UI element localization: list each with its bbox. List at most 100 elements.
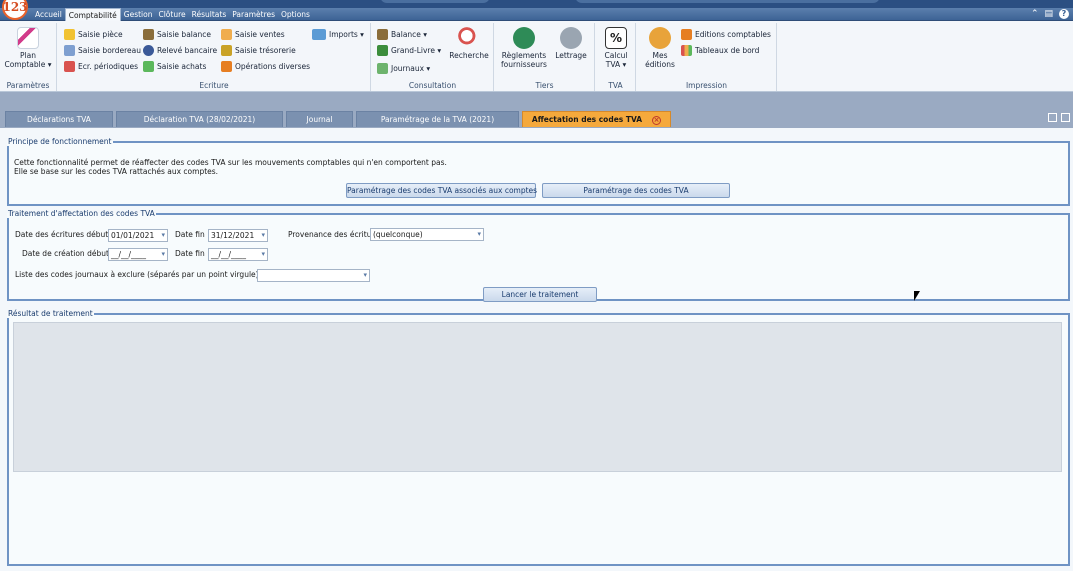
traitement-legend: Traitement d'affectation des codes TVA [8,209,155,218]
tab-affectation-codes-tva[interactable]: Affectation des codes TVA × [522,111,671,127]
mouse-cursor-icon [914,291,920,301]
creation-debut-input[interactable]: __/__/____ ▾ [108,248,168,261]
menu-cloture[interactable]: Clôture [155,8,188,21]
saisie-tresorerie-label: Saisie trésorerie [235,46,296,55]
detach-icon[interactable] [1061,113,1070,122]
window-controls: ⌃ ▤ ? [1031,9,1069,20]
resultat-grid[interactable] [13,322,1062,472]
import-icon [312,29,326,40]
parametrage-codes-comptes-button[interactable]: Paramétrage des codes TVA associés aux c… [346,183,537,198]
saisie-ventes-button[interactable]: Saisie ventes [221,29,285,40]
menu-options[interactable]: Options [278,8,313,21]
tab-journal[interactable]: Journal [286,111,353,127]
tab-label: Paramétrage de la TVA (2021) [380,115,495,124]
tab-window-controls [1048,113,1070,122]
tab-label: Affectation des codes TVA [531,115,643,124]
dropdown-arrow-icon[interactable]: ▾ [363,270,367,281]
tableaux-de-bord-button[interactable]: Tableaux de bord [681,45,759,56]
menu-resultats[interactable]: Résultats [189,8,230,21]
creation-fin-input[interactable]: __/__/____ ▾ [208,248,268,261]
grand-livre-button[interactable]: Grand-Livre ▾ [377,45,441,56]
saisie-achats-button[interactable]: Saisie achats [143,61,206,72]
creation-debut-label: Date de création début [22,249,109,258]
resultat-legend: Résultat de traitement [8,309,93,318]
pencil-icon [64,29,75,40]
traitement-panel: Traitement d'affectation des codes TVA D… [7,209,1070,302]
percent-icon: % [605,27,627,49]
saisie-bordereau-button[interactable]: Saisie bordereau [64,45,141,56]
grand-livre-label: Grand-Livre ▾ [391,46,442,55]
saisie-achats-label: Saisie achats [157,62,207,71]
recherche-button[interactable]: Recherche [446,27,492,60]
restore-icon[interactable] [1048,113,1057,122]
saisie-tresorerie-button[interactable]: Saisie trésorerie [221,45,296,56]
dropdown-arrow-icon[interactable]: ▾ [161,230,165,241]
ecr-periodiques-button[interactable]: Ecr. périodiques [64,61,138,72]
dropdown-arrow-icon[interactable]: ▾ [161,249,165,260]
journal-icon [377,63,388,74]
ribbon-group-tiers: Règlements fournisseurs Lettrage Tiers [495,23,595,91]
reglements-fournisseurs-button[interactable]: Règlements fournisseurs [498,27,550,69]
main-content: Principe de fonctionnement Cette fonctio… [0,128,1073,571]
balance-icon [377,29,388,40]
plan-comptable-label-2: Comptable ▾ [4,60,52,69]
calendar-icon [64,61,75,72]
date-debut-value: 01/01/2021 [111,231,155,240]
operations-diverses-button[interactable]: Opérations diverses [221,61,310,72]
calcul-tva-button[interactable]: % Calcul TVA ▾ [598,27,634,69]
mes-editions-button[interactable]: Mes éditions [640,27,680,69]
calcul-tva-label-1: Calcul [604,51,628,60]
tab-parametrage-tva[interactable]: Paramétrage de la TVA (2021) [356,111,519,127]
tab-declarations-tva[interactable]: Déclarations TVA [5,111,113,127]
lettrage-button[interactable]: Lettrage [551,27,591,60]
ribbon-group-ecriture: Saisie pièce Saisie bordereau Ecr. pério… [58,23,371,91]
title-pill-right [575,0,880,3]
creation-fin-value: __/__/____ [211,250,247,259]
ribbon-group-consultation: Balance ▾ Grand-Livre ▾ Journaux ▾ Reche… [372,23,494,91]
plan-comptable-label-1: Plan [20,51,36,60]
title-bar [0,0,1073,8]
dropdown-arrow-icon[interactable]: ▾ [477,229,481,240]
saisie-bordereau-label: Saisie bordereau [78,46,141,55]
balance-button[interactable]: Balance ▾ [377,29,427,40]
provenance-select[interactable]: (quelconque) ▾ [370,228,484,241]
calculator-icon[interactable]: ▤ [1044,9,1053,20]
journaux-exclure-select[interactable]: ▾ [257,269,370,282]
menu-accueil[interactable]: Accueil [32,8,65,21]
document-tabs: Déclarations TVA Déclaration TVA (28/02/… [0,110,1073,128]
principe-panel: Principe de fonctionnement Cette fonctio… [7,138,1070,206]
mes-editions-label-2: éditions [645,60,675,69]
saisie-balance-button[interactable]: Saisie balance [143,29,211,40]
journaux-button[interactable]: Journaux ▾ [377,63,430,74]
date-debut-input[interactable]: 01/01/2021 ▾ [108,229,168,242]
parametrage-codes-tva-button[interactable]: Paramétrage des codes TVA [542,183,730,198]
saisie-ventes-label: Saisie ventes [235,30,285,39]
title-pill-left [380,0,490,3]
tab-label: Journal [306,115,333,124]
date-fin-input[interactable]: 31/12/2021 ▾ [208,229,268,242]
tab-label: Déclarations TVA [27,115,91,124]
cart-icon [143,61,154,72]
editions-comptables-button[interactable]: Editions comptables [681,29,771,40]
group-label-ecriture: Ecriture [199,81,229,90]
workspace-header [0,92,1073,110]
dropdown-arrow-icon[interactable]: ▾ [261,249,265,260]
menu-comptabilite[interactable]: Comptabilité [64,8,121,22]
menu-gestion[interactable]: Gestion [121,8,156,21]
recherche-label: Recherche [449,51,489,60]
lancer-traitement-button[interactable]: Lancer le traitement [483,287,597,302]
ribbon-group-impression: Mes éditions Editions comptables Tableau… [637,23,777,91]
dropdown-arrow-icon[interactable]: ▾ [261,230,265,241]
releve-bancaire-label: Relevé bancaire [157,46,218,55]
plan-comptable-button[interactable]: Plan Comptable ▾ [3,27,53,69]
imports-button[interactable]: Imports ▾ [312,29,364,40]
tableaux-de-bord-label: Tableaux de bord [695,46,760,55]
saisie-piece-button[interactable]: Saisie pièce [64,29,123,40]
creation-fin-label: Date fin [175,249,205,258]
tab-declaration-tva-date[interactable]: Déclaration TVA (28/02/2021) [116,111,283,127]
collapse-ribbon-icon[interactable]: ⌃ [1031,9,1039,20]
releve-bancaire-button[interactable]: Relevé bancaire [143,45,217,56]
close-tab-icon[interactable]: × [652,115,662,125]
help-icon[interactable]: ? [1059,9,1069,19]
menu-parametres[interactable]: Paramètres [229,8,278,21]
